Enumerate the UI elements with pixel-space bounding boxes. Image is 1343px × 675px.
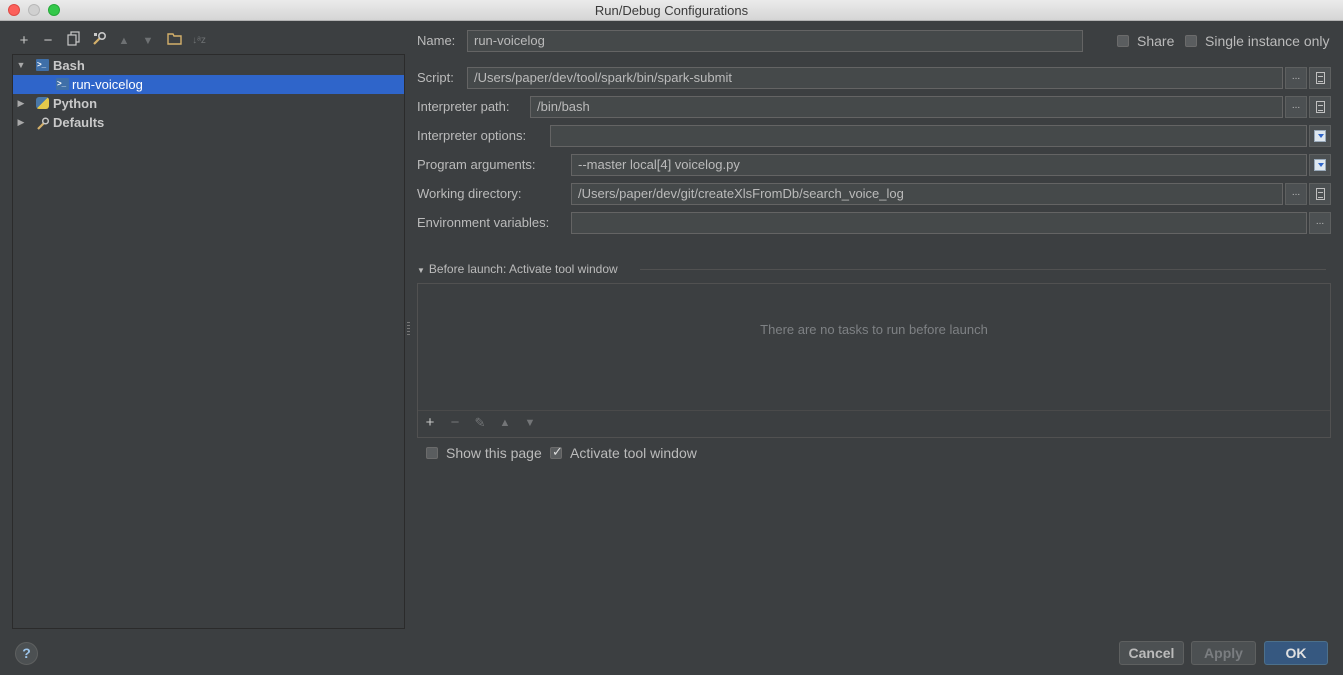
file-chooser-button[interactable] [1309, 67, 1331, 89]
name-input[interactable]: run-voicelog [467, 30, 1083, 52]
folder-icon[interactable] [165, 31, 183, 51]
move-up-icon[interactable]: ▲ [115, 31, 133, 51]
sort-icon[interactable]: ↓ᵃz [190, 31, 208, 51]
window-title: Run/Debug Configurations [594, 3, 749, 18]
expand-arrow-icon[interactable]: ▶ [16, 113, 26, 132]
edit-task-icon[interactable]: ✎ [471, 414, 489, 432]
add-icon[interactable]: + [15, 31, 33, 51]
script-input[interactable]: /Users/paper/dev/tool/spark/bin/spark-su… [467, 67, 1283, 89]
ok-button[interactable]: OK [1264, 641, 1328, 665]
document-icon [1315, 188, 1325, 200]
share-label[interactable]: Share [1137, 33, 1174, 49]
before-launch-tasks: There are no tasks to run before launch … [417, 283, 1331, 438]
splitter-handle[interactable] [407, 322, 410, 336]
working-directory-label: Working directory: [417, 186, 522, 201]
interpreter-path-label: Interpreter path: [417, 99, 510, 114]
before-launch-header[interactable]: ▼ Before launch: Activate tool window [417, 262, 618, 276]
browse-button[interactable]: ... [1285, 96, 1307, 118]
move-down-icon[interactable]: ▼ [521, 414, 539, 432]
tree-item-label: Python [53, 96, 98, 111]
expand-field-button[interactable] [1309, 154, 1331, 176]
program-arguments-label: Program arguments: [417, 157, 536, 172]
tree-item-python[interactable]: ▶ Python [13, 94, 404, 113]
title-bar: Run/Debug Configurations [0, 0, 1343, 21]
working-directory-input[interactable]: /Users/paper/dev/git/createXlsFromDb/sea… [571, 183, 1283, 205]
collapse-arrow-icon[interactable]: ▼ [417, 266, 425, 275]
name-label: Name: [417, 33, 456, 48]
edit-defaults-icon[interactable] [90, 31, 108, 51]
move-down-icon[interactable]: ▼ [139, 31, 157, 51]
share-checkbox[interactable] [1117, 35, 1129, 47]
empty-tasks-text: There are no tasks to run before launch [760, 322, 988, 337]
file-chooser-button[interactable] [1309, 96, 1331, 118]
configurations-tree: ▼ >_ Bash >_ run-voicelog ▶ Python ▶ Def… [12, 54, 405, 629]
environment-variables-input[interactable] [571, 212, 1307, 234]
activate-tool-window-checkbox[interactable]: ✓ [550, 444, 563, 459]
single-instance-checkbox[interactable] [1185, 35, 1197, 47]
tree-item-label: Defaults [53, 115, 105, 130]
move-up-icon[interactable]: ▲ [496, 414, 514, 432]
remove-icon[interactable]: − [39, 31, 57, 51]
tree-item-defaults[interactable]: ▶ Defaults [13, 113, 404, 132]
bash-icon: >_ [36, 59, 49, 71]
collapse-arrow-icon[interactable]: ▼ [16, 56, 26, 75]
document-icon [1315, 72, 1325, 84]
help-button[interactable]: ? [15, 642, 38, 665]
add-task-icon[interactable]: + [421, 414, 439, 432]
interpreter-path-input[interactable]: /bin/bash [530, 96, 1283, 118]
tree-item-run-voicelog[interactable]: >_ run-voicelog [13, 75, 404, 94]
tasks-toolbar: + − ✎ ▲ ▼ [418, 410, 1330, 437]
bash-icon: >_ [56, 78, 69, 90]
show-this-page-label[interactable]: Show this page [446, 445, 542, 461]
python-icon [36, 97, 49, 109]
single-instance-label[interactable]: Single instance only [1205, 33, 1330, 49]
show-this-page-checkbox[interactable] [426, 447, 438, 459]
cancel-button[interactable]: Cancel [1119, 641, 1184, 665]
copy-icon[interactable] [65, 31, 83, 51]
expand-arrow-icon[interactable]: ▶ [16, 94, 26, 113]
section-divider [640, 269, 1326, 270]
browse-button[interactable]: ... [1309, 212, 1331, 234]
tree-item-label: Bash [53, 58, 85, 73]
expand-field-button[interactable] [1309, 125, 1331, 147]
before-launch-title: Before launch: Activate tool window [428, 262, 618, 276]
document-icon [1315, 101, 1325, 113]
interpreter-options-input[interactable] [550, 125, 1307, 147]
tree-item-bash[interactable]: ▼ >_ Bash [13, 56, 404, 75]
expand-icon [1314, 159, 1326, 171]
browse-button[interactable]: ... [1285, 67, 1307, 89]
script-label: Script: [417, 70, 454, 85]
apply-button[interactable]: Apply [1191, 641, 1256, 665]
expand-icon [1314, 130, 1326, 142]
environment-variables-label: Environment variables: [417, 215, 550, 230]
activate-tool-window-label[interactable]: Activate tool window [570, 445, 697, 461]
remove-task-icon[interactable]: − [446, 414, 464, 432]
wrench-icon [36, 116, 50, 130]
program-arguments-input[interactable]: --master local[4] voicelog.py [571, 154, 1307, 176]
tree-item-label: run-voicelog [72, 77, 143, 92]
interpreter-options-label: Interpreter options: [417, 128, 527, 143]
browse-button[interactable]: ... [1285, 183, 1307, 205]
file-chooser-button[interactable] [1309, 183, 1331, 205]
checkmark-icon: ✓ [552, 444, 563, 459]
